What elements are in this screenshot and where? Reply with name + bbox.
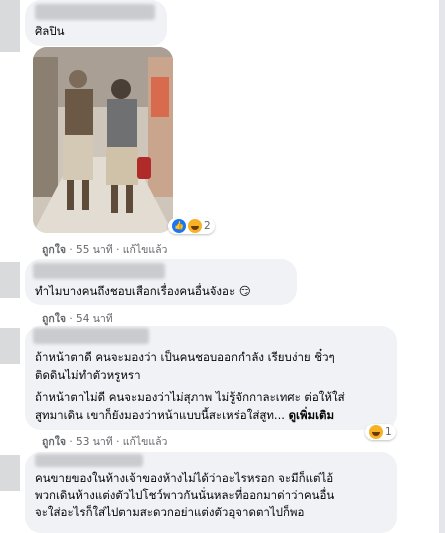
like-link[interactable]: ถูกใจ [42,436,66,448]
reaction-summary[interactable]: 1 [365,424,396,440]
comment-paragraph-2: ถ้าหน้าตาไม่ดี คนจะมองว่าไม่สุภาพ ไม่รู้… [35,388,345,424]
avatar[interactable] [0,328,20,364]
see-more-link[interactable]: ดูเพิ่มเติม [289,408,335,422]
comment-actions: ถูกใจ · 54 นาที [42,313,113,325]
avatar[interactable] [0,0,20,52]
comment-paragraph-1: ถ้าหน้าตาดี คนจะมองว่า เป็นคนชอบออกกำลัง… [35,350,335,382]
commenter-name-blurred[interactable] [35,454,143,467]
reaction-summary[interactable]: 👍 2 [168,218,215,234]
comment-text: ศิลปิน [35,24,65,38]
reaction-count: 2 [204,220,211,232]
mall-photo-image [33,47,173,233]
edited-label: แก้ไขแล้ว [122,436,168,448]
like-link[interactable]: ถูกใจ [42,313,66,325]
commenter-name-blurred[interactable] [35,4,155,20]
commenter-name-blurred[interactable] [33,263,165,279]
comment-actions: ถูกใจ · 55 นาที · แก้ไขแล้ว [42,244,168,256]
comment-text: ทำไมบางคนถึงชอบเสือกเรื่องคนอื่นจังอะ 😏 [35,284,251,298]
haha-reaction-icon [188,219,202,233]
timestamp[interactable]: 54 นาที [76,313,113,325]
timestamp[interactable]: 55 นาที [76,244,113,256]
commenter-name-blurred[interactable] [33,328,149,344]
comment-photo[interactable] [33,47,173,233]
avatar[interactable] [0,262,20,298]
timestamp[interactable]: 53 นาที [76,436,113,448]
comment-bubble: ทำไมบางคนถึงชอบเสือกเรื่องคนอื่นจังอะ 😏 [25,259,297,305]
comment-text: คนขายของในห้างเจ้าของห้างไม่ได้ว่าอะไรหร… [35,471,335,519]
comment-bubble: ศิลปิน [25,0,167,46]
comment-actions: ถูกใจ · 53 นาที · แก้ไขแล้ว [42,436,168,448]
scrollbar-track[interactable] [439,0,445,533]
reaction-count: 1 [385,426,392,438]
comment-bubble: ถ้าหน้าตาดี คนจะมองว่า เป็นคนชอบออกกำลัง… [25,326,397,430]
haha-reaction-icon [369,425,383,439]
like-reaction-icon: 👍 [172,219,186,233]
avatar[interactable] [0,455,20,491]
like-link[interactable]: ถูกใจ [42,244,66,256]
comment-bubble: คนขายของในห้างเจ้าของห้างไม่ได้ว่าอะไรหร… [25,452,397,533]
edited-label: แก้ไขแล้ว [122,244,168,256]
